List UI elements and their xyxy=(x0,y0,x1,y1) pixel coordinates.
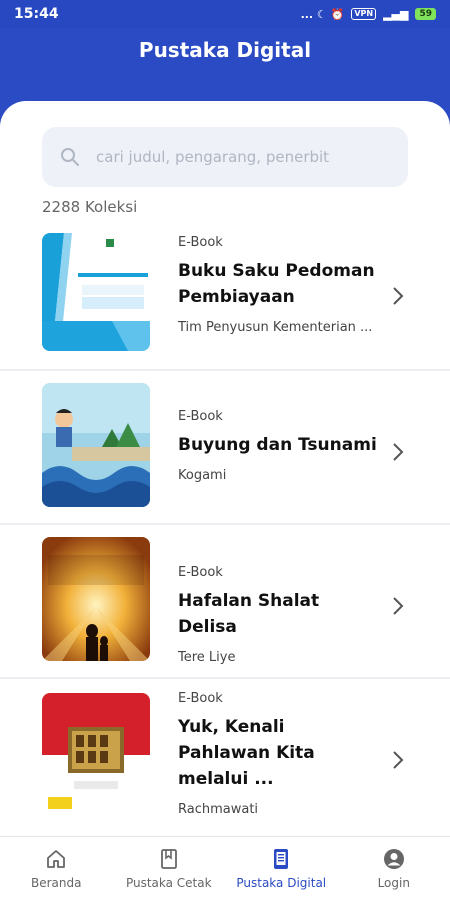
book-author: Tim Penyusun Kementerian ... xyxy=(178,320,373,335)
chevron-right-icon[interactable] xyxy=(390,749,406,771)
page-title: Pustaka Digital xyxy=(138,38,312,62)
battery-icon: 59 xyxy=(415,8,436,20)
search-input[interactable] xyxy=(96,148,396,166)
collection-count: 2288 Koleksi xyxy=(42,198,138,216)
search-bar[interactable] xyxy=(42,127,408,187)
book-icon xyxy=(160,849,177,869)
tablet-icon xyxy=(274,849,289,869)
book-cover xyxy=(42,693,150,817)
tab-label: Pustaka Cetak xyxy=(125,876,212,890)
book-title: Buku Saku Pedoman Pembiayaan xyxy=(178,261,375,307)
list-item[interactable]: E-Book Hafalan Shalat Delisa Tere Liye xyxy=(0,525,450,679)
status-indicators: ... ☾ ⏰ xyxy=(300,7,345,21)
vpn-icon: VPN xyxy=(351,8,377,20)
status-time: 15:44 xyxy=(14,6,59,22)
search-icon xyxy=(61,148,79,166)
book-type: E-Book xyxy=(178,235,223,250)
status-icons: ... ☾ ⏰ VPN ▂▄▆ 59 xyxy=(301,8,436,21)
tab-label: Beranda xyxy=(31,876,82,890)
book-title: Buyung dan Tsunami xyxy=(178,435,377,455)
book-cover xyxy=(42,383,150,507)
home-icon xyxy=(47,850,66,868)
book-type: E-Book xyxy=(178,565,223,580)
book-cover xyxy=(42,537,150,661)
book-meta: E-Book Buku Saku Pedoman Pembiayaan Tim … xyxy=(178,235,380,335)
tab-beranda[interactable]: Beranda xyxy=(0,837,113,900)
list-item[interactable]: E-Book Buku Saku Pedoman Pembiayaan Tim … xyxy=(0,223,450,371)
signal-icon: ▂▄▆ xyxy=(383,7,409,21)
book-author: Rachmawati xyxy=(178,802,259,817)
book-meta: E-Book Buyung dan Tsunami Kogami xyxy=(178,409,380,483)
chevron-right-icon[interactable] xyxy=(390,441,406,463)
book-type: E-Book xyxy=(178,691,223,706)
tab-label: Pustaka Digital xyxy=(236,876,327,890)
account-icon xyxy=(383,849,404,869)
list-item[interactable]: E-Book Buyung dan Tsunami Kogami xyxy=(0,371,450,525)
chevron-right-icon[interactable] xyxy=(390,285,406,307)
book-meta: E-Book Hafalan Shalat Delisa Tere Liye xyxy=(178,565,380,665)
tab-login[interactable]: Login xyxy=(338,837,450,900)
book-cover xyxy=(42,233,150,351)
bottom-nav: Beranda Pustaka Cetak Pustaka Digital Lo… xyxy=(0,836,450,900)
book-type: E-Book xyxy=(178,409,223,424)
content-sheet: 2288 Koleksi E-Book Buku Saku P xyxy=(0,101,450,836)
book-list: E-Book Buku Saku Pedoman Pembiayaan Tim … xyxy=(0,223,450,836)
book-meta: E-Book Yuk, Kenali Pahlawan Kita melalui… xyxy=(178,691,380,817)
tab-pustaka-cetak[interactable]: Pustaka Cetak xyxy=(113,837,226,900)
book-title: Yuk, Kenali Pahlawan Kita melalui ... xyxy=(178,717,315,789)
book-author: Kogami xyxy=(178,468,227,483)
tab-label: Login xyxy=(377,876,410,890)
book-title: Hafalan Shalat Delisa xyxy=(178,591,320,637)
app-bar: Pustaka Digital xyxy=(0,28,450,108)
status-bar: 15:44 ... ☾ ⏰ VPN ▂▄▆ 59 xyxy=(0,0,450,28)
chevron-right-icon[interactable] xyxy=(390,595,406,617)
tab-pustaka-digital[interactable]: Pustaka Digital xyxy=(225,837,338,900)
book-author: Tere Liye xyxy=(178,650,236,665)
list-item[interactable]: E-Book Yuk, Kenali Pahlawan Kita melalui… xyxy=(0,679,450,836)
